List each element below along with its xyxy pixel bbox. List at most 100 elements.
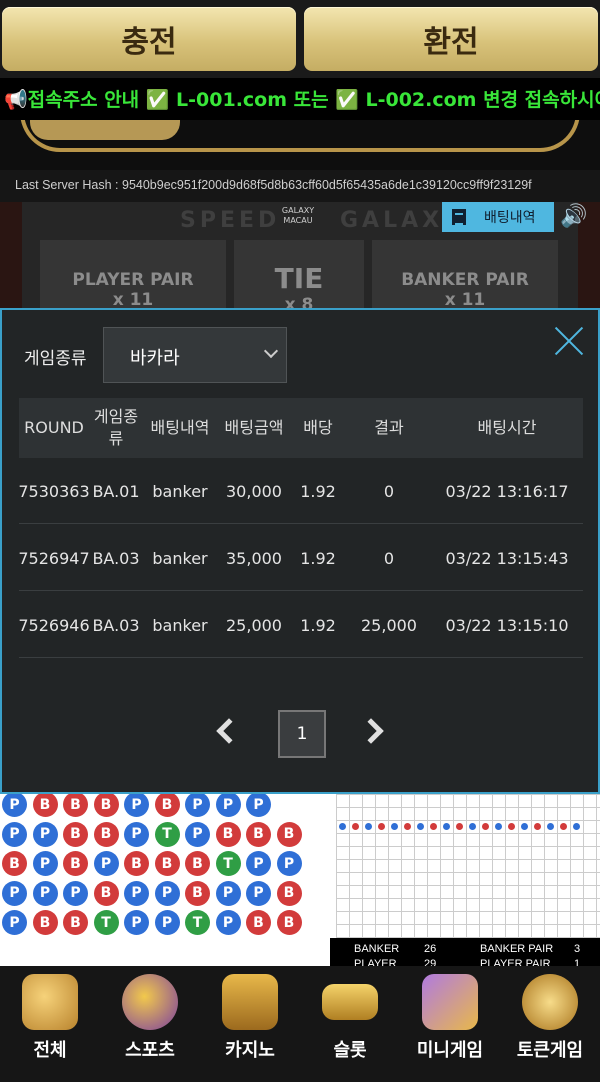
chevron-left-icon[interactable] bbox=[216, 718, 242, 744]
cell-bet-amount: 25,000 bbox=[226, 615, 282, 635]
banker-stat-label: BANKER bbox=[354, 943, 400, 955]
cell-result: 0 bbox=[383, 548, 395, 568]
player-pair-label: PLAYER PAIR bbox=[72, 270, 194, 290]
cell-odds: 1.92 bbox=[300, 548, 336, 568]
bead-banker: B bbox=[93, 821, 119, 847]
cell-bet-detail: banker bbox=[152, 481, 208, 501]
bead-player: P bbox=[32, 851, 58, 876]
bead-banker: B bbox=[246, 910, 271, 935]
bead-player: P bbox=[215, 910, 241, 935]
game-type-select[interactable]: 바카라 bbox=[103, 327, 287, 383]
bead-player: P bbox=[154, 910, 180, 935]
nav-slots[interactable]: 슬롯 bbox=[300, 966, 400, 1082]
nav-sports[interactable]: 스포츠 bbox=[100, 966, 200, 1082]
chevron-right-icon[interactable] bbox=[358, 718, 384, 744]
cell-bet-amount: 30,000 bbox=[226, 481, 282, 501]
cell-round: 7526947 bbox=[18, 548, 90, 568]
col-bet-detail: 배팅내역 bbox=[150, 418, 210, 437]
cell-game-type: BA.03 bbox=[92, 548, 140, 568]
nav-label: 토큰게임 bbox=[516, 1040, 584, 1061]
bead-player: P bbox=[2, 910, 27, 935]
nav-token-game[interactable]: 토큰게임 bbox=[500, 966, 600, 1082]
scoreboard: PBBBPBPPPPPBBPTPBBBBPBPBBBTPPPPPBPPBPPBP… bbox=[0, 794, 600, 966]
bead-banker: B bbox=[185, 880, 210, 906]
cell-result: 25,000 bbox=[361, 615, 417, 635]
player-stat-count: 29 bbox=[424, 958, 437, 966]
banker-pair-label: BANKER PAIR bbox=[401, 270, 529, 290]
close-icon[interactable] bbox=[554, 326, 584, 356]
road-dot bbox=[547, 823, 554, 830]
cell-round: 7526946 bbox=[18, 615, 90, 635]
exchange-button[interactable]: 환전 bbox=[304, 7, 598, 71]
nav-casino[interactable]: 카지노 bbox=[200, 966, 300, 1082]
galaxy-logo: GALAXY MACAU bbox=[278, 206, 318, 226]
bet-history-button[interactable]: 배팅내역 bbox=[442, 202, 554, 232]
rocket-icon bbox=[422, 974, 478, 1030]
bead-player: P bbox=[2, 821, 27, 847]
nav-all[interactable]: 전체 bbox=[0, 966, 100, 1082]
nav-label: 카지노 bbox=[225, 1040, 275, 1061]
bead-player: P bbox=[93, 851, 119, 876]
bead-banker: B bbox=[154, 851, 180, 876]
roulette-icon bbox=[522, 974, 578, 1030]
bead-banker: B bbox=[32, 794, 58, 817]
bet-history-label: 배팅내역 bbox=[484, 210, 536, 226]
table-row: 7526947 BA.03 banker 35,000 1.92 0 03/22… bbox=[18, 525, 583, 591]
bead-banker: B bbox=[124, 851, 149, 876]
banker-stat-count: 26 bbox=[424, 943, 437, 955]
big-road bbox=[336, 794, 600, 938]
bead-banker: B bbox=[93, 880, 119, 906]
logo-line1: GALAXY bbox=[281, 206, 315, 215]
bead-player: P bbox=[63, 880, 88, 906]
nav-label: 미니게임 bbox=[416, 1040, 484, 1061]
bead-player: P bbox=[246, 794, 271, 817]
road-dot bbox=[482, 823, 489, 830]
bead-tie: T bbox=[154, 821, 180, 847]
promo-banner[interactable] bbox=[0, 120, 600, 170]
bead-player: P bbox=[215, 880, 241, 906]
game-type-label: 게임종류 bbox=[24, 349, 87, 369]
bead-player: P bbox=[2, 794, 27, 817]
col-round: ROUND bbox=[24, 418, 84, 437]
bead-banker: B bbox=[215, 821, 241, 847]
nav-label: 슬롯 bbox=[333, 1040, 367, 1061]
notice-marquee: 📢접속주소 안내 ✅ L-001.com 또는 ✅ L-002.com 변경 접… bbox=[0, 78, 600, 120]
banker-pair-bet[interactable]: BANKER PAIR x 11 bbox=[372, 240, 558, 310]
road-dot bbox=[339, 823, 346, 830]
bead-banker: B bbox=[32, 910, 58, 935]
col-game-type: 게임종류 bbox=[93, 407, 139, 448]
server-hash: Last Server Hash : 9540b9ec951f200d9d68f… bbox=[0, 170, 600, 202]
col-result: 결과 bbox=[374, 418, 404, 437]
tie-bet[interactable]: TIE x 8 bbox=[234, 240, 364, 310]
page-number[interactable]: 1 bbox=[278, 710, 326, 758]
banker-pair-stat-count: 3 bbox=[574, 943, 581, 955]
road-dot bbox=[378, 823, 385, 830]
player-pair-bet[interactable]: PLAYER PAIR x 11 bbox=[40, 240, 226, 310]
bead-player: P bbox=[246, 880, 271, 906]
charge-button[interactable]: 충전 bbox=[2, 7, 296, 71]
cell-odds: 1.92 bbox=[300, 615, 336, 635]
bead-banker: B bbox=[276, 821, 302, 847]
table-row: 7526946 BA.03 banker 25,000 1.92 25,000 … bbox=[18, 592, 583, 658]
bead-road: PBBBPBPPPPPBBPTPBBBBPBPBBBTPPPPPBPPBPPBP… bbox=[0, 794, 330, 938]
banker-pair-stat-label: BANKER PAIR bbox=[480, 943, 554, 955]
col-bet-time: 배팅시간 bbox=[477, 418, 537, 437]
nav-label: 전체 bbox=[33, 1040, 67, 1061]
banker-pair-odds: x 11 bbox=[444, 290, 486, 310]
col-odds: 배당 bbox=[303, 418, 333, 437]
game-title-left: SPEED bbox=[180, 208, 281, 233]
bet-history-modal: 게임종류 바카라 ROUND 게임종류 배팅내역 배팅금액 배당 결과 배팅시간… bbox=[0, 308, 600, 794]
notice-text: 📢접속주소 안내 ✅ L-001.com 또는 ✅ L-002.com 변경 접… bbox=[4, 89, 600, 111]
speaker-icon[interactable]: 🔊 bbox=[560, 204, 587, 229]
bead-banker: B bbox=[63, 851, 88, 876]
dice-icon bbox=[22, 974, 78, 1030]
road-dot bbox=[404, 823, 411, 830]
top-bar: 충전 환전 bbox=[0, 0, 600, 78]
bead-banker: B bbox=[276, 910, 302, 935]
bead-player: P bbox=[124, 821, 149, 847]
bead-player: P bbox=[32, 821, 58, 847]
bead-tie: T bbox=[93, 910, 119, 935]
road-dot bbox=[456, 823, 463, 830]
bead-banker: B bbox=[63, 910, 88, 935]
nav-minigame[interactable]: 미니게임 bbox=[400, 966, 500, 1082]
